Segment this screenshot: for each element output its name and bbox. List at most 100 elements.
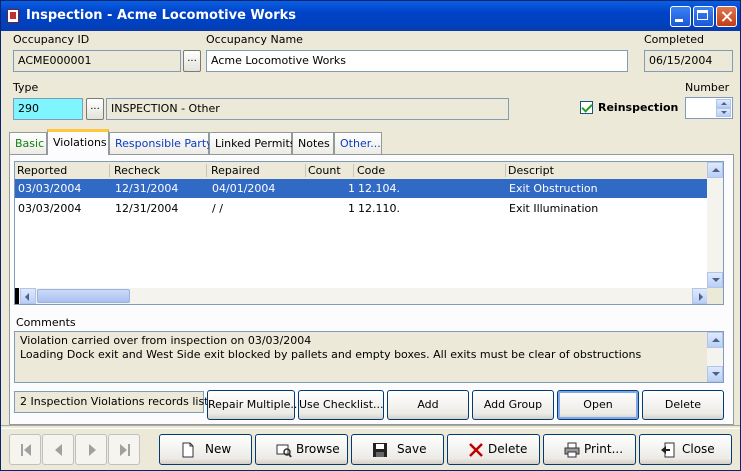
add-button[interactable]: Add [387,390,469,420]
last-record-icon [120,444,130,456]
column-header-repaired[interactable]: Repaired [211,164,306,177]
use-checklist-button[interactable]: Use Checklist... [298,390,384,420]
cell-descript: Exit Illumination [509,202,599,215]
violations-grid[interactable]: Reported Recheck Repaired Count Code Des… [14,161,724,305]
number-spinner[interactable] [685,97,733,119]
comments-line-1: Violation carried over from inspection o… [20,334,312,347]
grid-header: Reported Recheck Repaired Count Code Des… [15,162,709,180]
tab-violations[interactable]: Violations [47,129,109,155]
scroll-position-marker [15,288,19,304]
comments-box[interactable]: Violation carried over from inspection o… [14,331,724,383]
app-icon[interactable] [7,9,19,23]
column-header-reported[interactable]: Reported [17,164,110,177]
cell-recheck: 12/31/2004 [115,182,179,195]
completed-date-field[interactable]: 06/15/2004 [644,50,733,72]
cell-descript: Exit Obstruction [509,182,598,195]
window-title: Inspection - Acme Locomotive Works [26,8,297,23]
browse-button[interactable]: Browse [255,434,348,465]
tab-responsible-party[interactable]: Responsible Party [109,132,213,154]
occupancy-name-label: Occupancy Name [206,33,303,46]
comments-label: Comments [16,316,76,329]
new-button[interactable]: New [159,434,252,465]
tab-notes[interactable]: Notes [292,132,334,154]
table-row[interactable]: 03/03/2004 12/31/2004 / / 1 12.110. Exit… [15,199,709,218]
delete-button-label: Delete [488,442,528,456]
scroll-up-arrow-icon[interactable] [707,162,723,178]
repair-multiple-button[interactable]: Repair Multiple... [207,390,301,420]
close-window-button[interactable] [716,6,737,27]
exit-door-icon [661,442,675,458]
horizontal-scroll-thumb[interactable] [37,289,130,303]
last-record-button[interactable] [108,434,140,465]
close-button[interactable]: Close [639,434,732,465]
cell-code: 12.110. [358,202,400,215]
delete-button[interactable]: Delete [447,434,540,465]
save-disk-icon [373,443,387,457]
new-document-icon [182,442,194,458]
printer-icon [564,442,580,458]
table-row[interactable]: 03/03/2004 12/31/2004 04/01/2004 1 12.10… [15,179,709,198]
cell-repaired: / / [212,202,223,215]
first-record-button[interactable] [9,434,41,465]
spin-down-arrow-icon[interactable] [716,108,731,117]
save-button-label: Save [397,442,427,456]
grid-vertical-scrollbar[interactable] [707,162,723,288]
comments-scrollbar[interactable] [707,332,723,382]
grid-horizontal-scrollbar[interactable] [15,288,709,304]
previous-record-icon [55,444,62,456]
column-header-recheck[interactable]: Recheck [114,164,207,177]
cell-reported: 03/03/2004 [18,202,82,215]
close-button-label: Close [682,442,715,456]
comments-line-2: Loading Dock exit and West Side exit blo… [20,348,642,361]
scroll-down-arrow-icon[interactable] [707,272,723,288]
type-description-field: INSPECTION - Other [106,98,509,120]
occupancy-lookup-button[interactable]: ... [183,50,201,72]
tab-other[interactable]: Other... [334,132,382,154]
inspection-window: Inspection - Acme Locomotive Works Occup… [0,0,741,471]
open-button[interactable]: Open [557,390,639,420]
reinspection-checkbox[interactable] [580,101,593,114]
delete-violation-button[interactable]: Delete [642,390,724,420]
cell-count: 1 [348,202,355,215]
scroll-right-arrow-icon[interactable] [692,288,708,304]
minimize-button[interactable] [670,6,691,27]
new-button-label: New [205,442,232,456]
column-header-count[interactable]: Count [308,164,354,177]
column-header-code[interactable]: Code [357,164,506,177]
completed-label: Completed [644,33,704,46]
records-status: 2 Inspection Violations records listed [14,391,222,413]
save-button[interactable]: Save [351,434,444,465]
next-record-icon [89,444,96,456]
delete-x-icon [469,443,483,457]
occupancy-id-label: Occupancy ID [13,33,90,46]
scroll-down-arrow-icon[interactable] [707,366,723,382]
occupancy-id-field[interactable]: ACME000001 [13,50,181,72]
reinspection-label: Reinspection [598,101,679,114]
print-button-label: Print... [584,442,624,456]
type-label: Type [13,81,39,94]
column-header-descript[interactable]: Descript [508,164,698,177]
number-label: Number [685,81,730,94]
browse-button-label: Browse [296,442,340,456]
scroll-left-arrow-icon[interactable] [20,288,36,304]
type-code-field[interactable]: 290 [13,98,83,120]
scroll-up-arrow-icon[interactable] [707,332,723,348]
cell-recheck: 12/31/2004 [115,202,179,215]
occupancy-name-field[interactable]: Acme Locomotive Works [206,50,628,72]
first-record-icon [21,444,31,456]
title-bar[interactable]: Inspection - Acme Locomotive Works [1,1,740,31]
footer-divider [1,425,740,429]
maximize-button[interactable] [693,6,714,27]
previous-record-button[interactable] [42,434,74,465]
add-group-button[interactable]: Add Group [472,390,554,420]
spin-up-arrow-icon[interactable] [716,99,731,108]
browse-icon [276,444,292,458]
cell-code: 12.104. [358,182,400,195]
cell-reported: 03/03/2004 [18,182,82,195]
print-button[interactable]: Print... [543,434,636,465]
tab-basic[interactable]: Basic [9,132,47,154]
next-record-button[interactable] [75,434,107,465]
cell-count: 1 [348,182,355,195]
type-lookup-button[interactable]: ... [86,98,104,120]
tab-linked-permits[interactable]: Linked Permits [209,132,296,154]
